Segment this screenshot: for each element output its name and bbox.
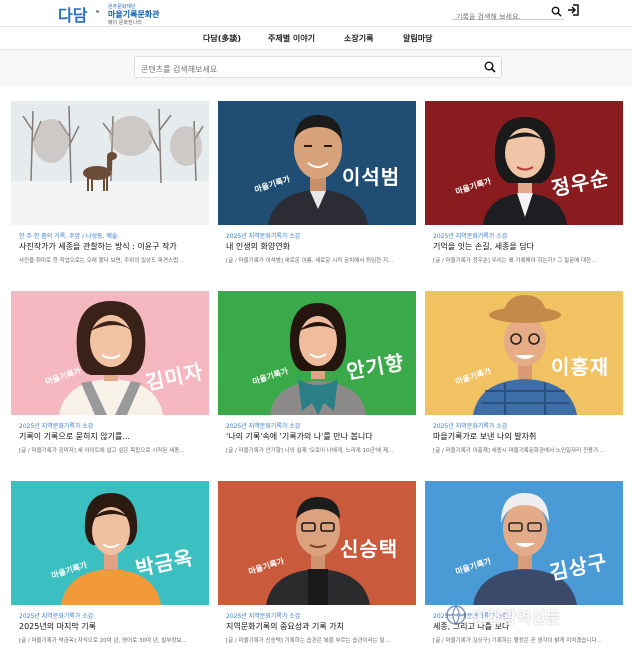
content-card[interactable]: 마을기록가 안기향 2025년 지역문화기록가 소감 '나의 기록'속에 '기록… [218, 291, 416, 463]
card-description: [글 / 마을기록가 박금옥] 자식으로 20여 년, 영어로 30여 년, 발… [19, 638, 187, 644]
card-thumbnail[interactable]: 마을기록가 안기향 [218, 291, 416, 415]
card-category: 2025년 지역문화기록가 소감 [226, 423, 301, 430]
portrait-illustration [11, 291, 209, 415]
card-category: 2025년 지역문화기록가 소감 [19, 423, 94, 430]
card-description: 사진을 취미로 한 작업으로는 오래 됐다 보면, 주위의 일상도 파견스럽..… [19, 258, 184, 264]
card-title[interactable]: 지역문화기록의 중요성과 기록 가치 [226, 621, 412, 632]
card-thumbnail[interactable]: 마을기록가 이석범 [218, 101, 416, 225]
logo-separator [96, 10, 99, 13]
card-title[interactable]: 기록이 기록으로 묻히지 않기를... [19, 431, 205, 442]
person-name: 이석범 [342, 165, 401, 189]
nav-item-dadam[interactable]: 다담(多談) [203, 33, 241, 44]
card-thumbnail[interactable]: 마을기록가 김미자 [11, 291, 209, 415]
header-search-input[interactable] [452, 10, 544, 24]
partner-logo[interactable]: 원주문화재단 마을기록문화관 메이 문화헌나리 [108, 3, 160, 27]
portrait-illustration [425, 481, 623, 605]
top-bar: 다담 원주문화재단 마을기록문화관 메이 문화헌나리 [0, 0, 632, 26]
content-card[interactable]: 마을기록가 김미자 2025년 지역문화기록가 소감 기록이 기록으로 묻히지 … [11, 291, 209, 463]
card-thumbnail[interactable]: 마을기록가 이홍재 [425, 291, 623, 415]
content-card[interactable]: 마을기록가 정우순 2025년 지역문화기록가 소감 기억을 잇는 손길, 세종… [425, 101, 623, 273]
content-card[interactable]: 마을기록가 이홍재 2025년 지역문화기록가 소감 마을기록가로 보낸 나의 … [425, 291, 623, 463]
content-search-input[interactable] [135, 59, 465, 80]
card-title[interactable]: 내 인생의 화양연화 [226, 241, 412, 252]
card-category: 2025년 지역문화기록가 소감 [433, 233, 508, 240]
person-name: 이홍재 [551, 355, 610, 379]
card-title[interactable]: 2025년의 마지막 기록 [19, 621, 205, 632]
card-category: 한 주 한 줌의 기록, 주암 / 나성동, 예술 [19, 233, 118, 240]
partner-logo-main: 마을기록문화관 [108, 10, 160, 19]
card-title[interactable]: 마을기록가로 보낸 나의 발자취 [433, 431, 619, 442]
nav-item-collection[interactable]: 소장기록 [344, 33, 373, 44]
search-icon[interactable] [484, 61, 496, 73]
card-thumbnail[interactable] [11, 101, 209, 225]
watermark-text: 인천광역신문 [472, 608, 561, 627]
content-card[interactable]: 마을기록가 이석범 2025년 지역문화기록가 소감 내 인생의 화양연화 [글… [218, 101, 416, 273]
deer-photo [11, 101, 209, 225]
main-nav: 다담(多談) 주제별 이야기 소장기록 알림마당 [0, 26, 632, 50]
card-description: [글 / 마을기록가 김미자] 세 아이트에 살고 싶은 목립으로 시작된 세종… [19, 448, 185, 454]
nav-item-topics[interactable]: 주제별 이야기 [268, 33, 315, 44]
card-description: [글 / 마을기록가 정우순] 우리는 왜 기록해야 하는가? 그 질문에 대한… [433, 258, 597, 264]
card-title[interactable]: 사진작가가 세종을 관찰하는 방식 : 이윤구 작가 [19, 241, 205, 252]
card-title[interactable]: 기억을 잇는 손길, 세종을 담다 [433, 241, 619, 252]
login-icon[interactable] [566, 3, 580, 17]
card-category: 2025년 지역문화기록가 소감 [226, 233, 301, 240]
card-category: 2025년 지역문화기록가 소감 [226, 613, 301, 620]
nav-item-notice[interactable]: 알림마당 [403, 33, 432, 44]
site-logo[interactable]: 다담 [58, 2, 87, 26]
card-description: [글 / 마을기록가 안기향] 나의 실제 '오로이 나에게, 느리게 10년'… [226, 448, 394, 454]
person-name: 신승택 [340, 537, 399, 561]
card-thumbnail[interactable]: 마을기록가 신승택 [218, 481, 416, 605]
content-card[interactable]: 마을기록가 신승택 2025년 지역문화기록가 소감 지역문화기록의 중요성과 … [218, 481, 416, 653]
card-description: [글 / 마을기록가 이홍재] 세종시 마을기록문화관에서 노인일자리 전용가.… [433, 448, 604, 454]
card-category: 2025년 지역문화기록가 소감 [19, 613, 94, 620]
content-search [134, 56, 502, 80]
search-icon[interactable] [551, 6, 562, 17]
content-card[interactable]: 한 주 한 줌의 기록, 주암 / 나성동, 예술 사진작가가 세종을 관찰하는… [11, 101, 209, 273]
content-card[interactable]: 마을기록가 박금옥 2025년 지역문화기록가 소감 2025년의 마지막 기록… [11, 481, 209, 653]
globe-icon [446, 605, 466, 626]
card-title[interactable]: '나의 기록'속에 '기록가의 나'를 만나 봅니다 [226, 431, 412, 442]
card-thumbnail[interactable]: 마을기록가 박금옥 [11, 481, 209, 605]
card-description: [글 / 마을기록가 이석범] 새로운 이름, 새로운 시작 궁치에서 퇴임한 … [226, 258, 394, 264]
card-description: [글 / 마을기록가 김상구] 기록하는 행정은 곧 생각이 밝게 미치겠습니다… [433, 638, 602, 644]
card-thumbnail[interactable]: 마을기록가 정우순 [425, 101, 623, 225]
header-search [452, 4, 564, 24]
card-category: 2025년 지역문화기록가 소감 [433, 423, 508, 430]
card-description: [글 / 마을기록가 신승택] 기록하는 습관은 복을 부르는 습관이라는 말.… [226, 638, 390, 644]
card-thumbnail[interactable]: 마을기록가 김상구 [425, 481, 623, 605]
newspaper-watermark: 인천광역신문 [444, 604, 624, 627]
